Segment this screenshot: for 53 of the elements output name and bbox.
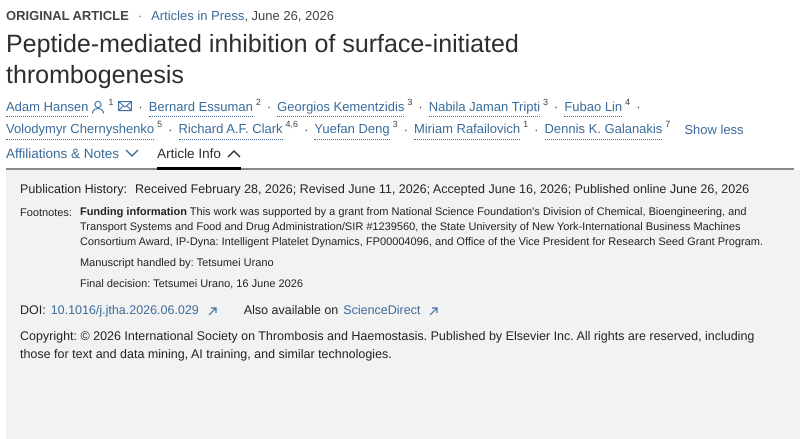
affiliation-number: 4,6 xyxy=(286,119,298,129)
person-icon xyxy=(91,100,106,114)
handled-by-text: Manuscript handled by: Tetsumei Urano xyxy=(80,256,275,271)
author-link[interactable]: Fubao Lin xyxy=(564,96,622,117)
affiliation-number: 3 xyxy=(392,119,398,129)
author-link[interactable]: Volodymyr Chernyshenko xyxy=(6,119,154,140)
author-link[interactable]: Dennis K. Galanakis xyxy=(544,119,662,140)
history-text: Received February 28, 2026; Revised June 11, 2026; Accepted June 16, 2026; Published online June 26, 2026 xyxy=(135,180,750,198)
final-decision-text: Final decision: Tetsumei Urano, 16 June 2026 xyxy=(80,277,304,292)
external-link-icon xyxy=(208,307,217,316)
separator: · xyxy=(554,98,558,116)
history-label: Publication History: xyxy=(20,180,127,198)
affiliation-number: 3 xyxy=(542,96,548,106)
also-available-label: Also available on xyxy=(244,302,338,319)
mail-icon[interactable] xyxy=(118,100,132,113)
section-link[interactable]: Articles in Press xyxy=(151,6,244,26)
author-link[interactable]: Miriam Rafailovich xyxy=(414,119,520,140)
affiliation-number: 1 xyxy=(523,119,528,129)
chevron-up-icon xyxy=(226,149,241,158)
tab[interactable]: Affiliations & Notes xyxy=(6,144,140,170)
separator: · xyxy=(636,98,641,116)
sciencedirect-link[interactable]: ScienceDirect xyxy=(343,300,420,320)
chevron-down-icon xyxy=(125,149,140,158)
author-link[interactable]: Richard A.F. Clark xyxy=(178,119,283,140)
affiliation-number: 3 xyxy=(407,96,412,106)
author-link[interactable]: Bernard Essuman xyxy=(148,96,253,117)
separator: · xyxy=(168,120,172,138)
show-less-link[interactable]: Show less xyxy=(684,120,744,139)
separator: · xyxy=(266,98,272,116)
separator: · xyxy=(418,98,423,116)
affiliation-number: 4 xyxy=(625,96,630,106)
author-link[interactable]: Nabila Jaman Tripti xyxy=(428,96,540,117)
separator: · xyxy=(138,98,143,116)
affiliation-number: 7 xyxy=(665,119,670,129)
affiliation-number: 1 xyxy=(108,96,114,106)
affiliation-number: 2 xyxy=(256,96,261,106)
external-link-icon xyxy=(429,307,438,316)
author-link[interactable]: Yuefan Deng xyxy=(314,119,390,140)
funding-text: Funding information This work was supported by a grant from National Science Foundation's Division of Chemical, Bioengineering, and Transport Systems and Food and Drug Administration/SIR #1239560, the State University of New York-International Business Machines Consortium Award, IP-Dyna: Intelligent Platelet Dynamics, FP00004096, and Office of the Vice President for Research Seed Grant Program. xyxy=(80,204,764,250)
article-title: Peptide-mediated inhibition of surface-initiated thrombogenesis xyxy=(6,28,520,90)
author-link[interactable]: Georgios Kementzidis xyxy=(277,96,404,117)
author-link[interactable]: Adam Hansen xyxy=(6,96,88,117)
separator: · xyxy=(404,120,408,138)
copyright-text: Copyright: © 2026 International Society on Thrombosis and Haemostasis. Published by Elsevier Inc. All rights are reserved, including those for text and data mining, AI training, and similar technologies. xyxy=(20,328,756,362)
doi-label: DOI: xyxy=(20,302,46,319)
separator: · xyxy=(136,7,144,25)
separator: · xyxy=(304,120,308,138)
publication-date: , June 26, 2026 xyxy=(244,7,334,25)
footnotes-label: Footnotes: xyxy=(20,206,72,221)
affiliation-number: 5 xyxy=(157,119,162,129)
article-type: ORIGINAL ARTICLE xyxy=(6,7,129,25)
doi-link[interactable]: 10.1016/j.jtha.2026.06.029 xyxy=(50,300,199,320)
separator: · xyxy=(534,120,539,138)
